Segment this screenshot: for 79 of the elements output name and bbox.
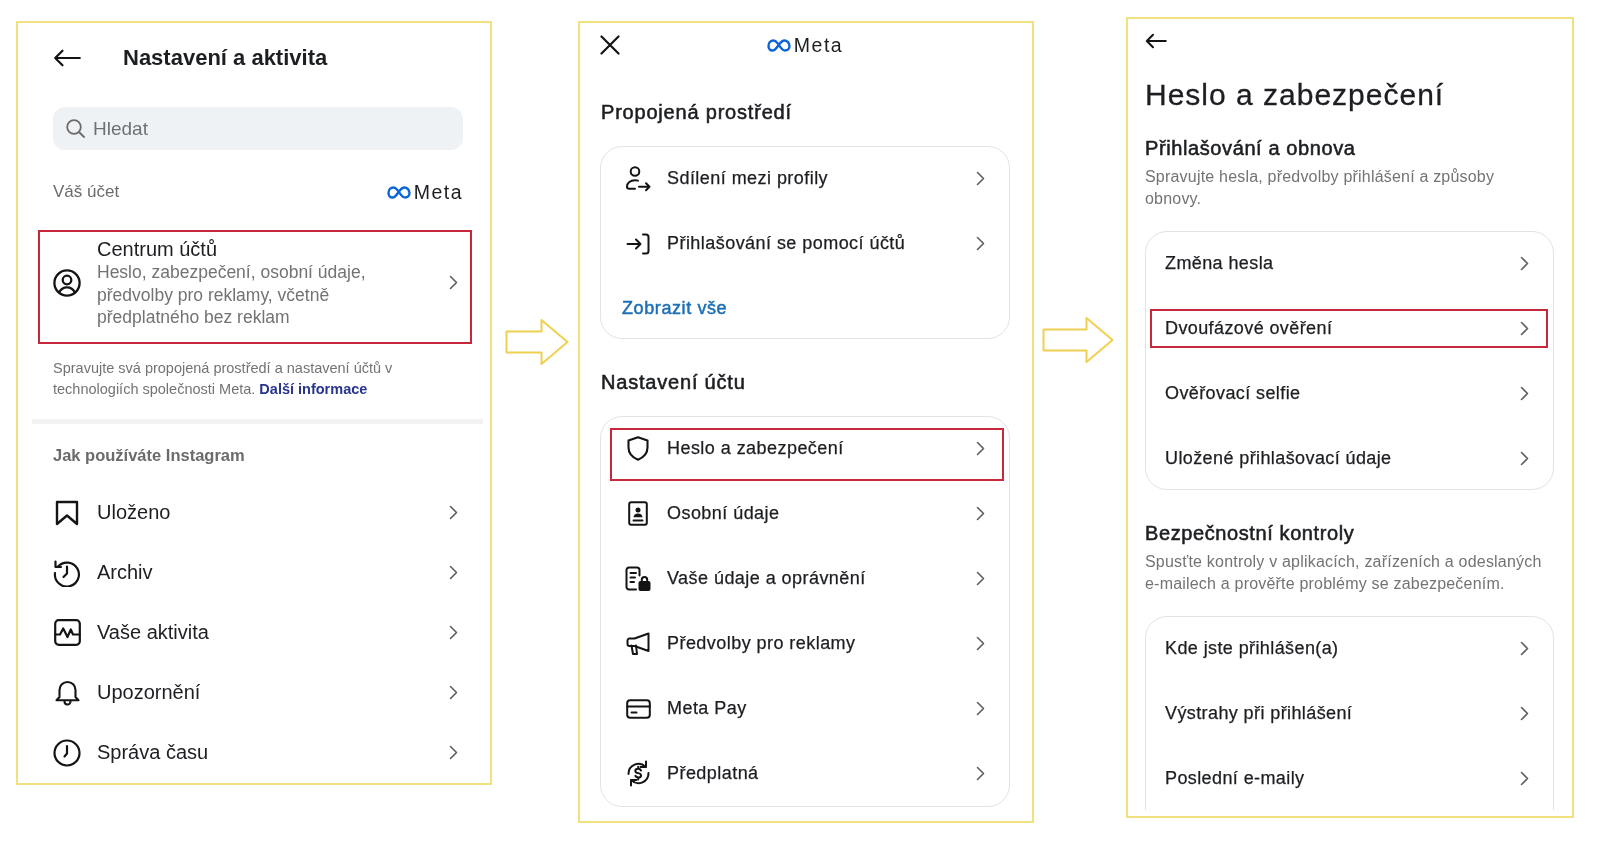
section-heading: Přihlašování a obnova xyxy=(1145,136,1357,161)
chevron-right-icon xyxy=(449,685,458,700)
sign-in-icon xyxy=(626,232,650,255)
menu-item[interactable]: Správa času xyxy=(51,722,465,783)
menu-item[interactable]: Vaše údaje a oprávnění xyxy=(610,558,1004,611)
chevron-right-icon xyxy=(1520,256,1529,271)
history-icon xyxy=(53,558,81,587)
chevron-right-icon xyxy=(976,636,985,651)
menu-item[interactable]: Předvolby pro reklamy xyxy=(610,623,1004,676)
chevron-right-icon xyxy=(976,571,985,586)
menu-item[interactable]: Centrum účtů Heslo, zabezpečení, osobní údaje, předvolby pro reklamy, včetně předplatného bez reklam xyxy=(38,230,472,344)
chevron-right-icon xyxy=(976,171,985,186)
menu-item[interactable]: Předplatná xyxy=(610,753,1004,806)
menu-item[interactable]: Kde jste přihlášen(a) xyxy=(1150,629,1548,668)
chevron-right-icon xyxy=(976,766,985,781)
chevron-right-icon xyxy=(1520,706,1529,721)
show-all-link[interactable]: Zobrazit vše xyxy=(622,296,728,320)
chevron-right-icon xyxy=(1520,386,1529,401)
bell-icon xyxy=(54,679,80,706)
user-circle-icon xyxy=(53,268,81,297)
menu-item[interactable]: Ověřovací selfie xyxy=(1150,374,1548,413)
chevron-right-icon xyxy=(449,505,458,520)
infinity-logo-icon xyxy=(766,38,791,52)
section-heading: Bezpečnostní kontroly xyxy=(1145,521,1356,546)
chevron-right-icon xyxy=(976,441,985,456)
screen-title: Heslo a zabezpečení xyxy=(1145,77,1446,113)
section-heading: Nastavení účtu xyxy=(600,370,747,395)
menu-item[interactable]: Přihlašování se pomocí účtů xyxy=(610,223,1004,276)
person-arrow-icon xyxy=(625,165,651,192)
infinity-logo-icon xyxy=(386,185,411,199)
back-arrow-icon[interactable] xyxy=(53,49,81,67)
shield-icon xyxy=(627,436,649,461)
bookmark-icon xyxy=(55,499,79,526)
chevron-right-icon xyxy=(449,745,458,760)
chevron-right-icon xyxy=(976,236,985,251)
menu-item[interactable]: Osobní údaje xyxy=(610,493,1004,546)
chevron-right-icon xyxy=(976,701,985,716)
menu-item[interactable]: Výstrahy při přihlášení xyxy=(1150,694,1548,733)
chevron-right-icon xyxy=(1520,451,1529,466)
more-info-link[interactable]: Další informace xyxy=(259,380,368,397)
chevron-right-icon xyxy=(976,506,985,521)
clock-icon xyxy=(53,738,81,767)
menu-item[interactable]: Dvoufázové ověření xyxy=(1150,309,1548,348)
credit-card-icon xyxy=(625,698,651,719)
document-lock-icon xyxy=(625,566,651,591)
menu-item[interactable]: Uloženo xyxy=(51,482,465,543)
brand-name: Meta xyxy=(413,180,463,204)
id-card-icon xyxy=(628,501,648,526)
menu-item[interactable]: Archiv xyxy=(51,542,465,603)
info-text: Spravujte svá propojená prostředí a nastavení účtů v technologiích společnosti Meta. Další informace xyxy=(53,358,394,399)
section-label: Váš účet xyxy=(53,182,120,202)
search-icon xyxy=(66,119,85,138)
section-heading: Jak používáte Instagram xyxy=(53,444,246,466)
menu-item[interactable]: Poslední e-maily xyxy=(1150,759,1548,798)
chevron-right-icon xyxy=(449,625,458,640)
search-field[interactable]: Hledat xyxy=(53,107,463,150)
menu-item[interactable]: Změna hesla xyxy=(1150,244,1548,283)
menu-item[interactable]: Uložené přihlašovací údaje xyxy=(1150,439,1548,478)
chevron-right-icon xyxy=(1520,321,1529,336)
megaphone-icon xyxy=(625,631,651,656)
chevron-right-icon xyxy=(1520,771,1529,786)
right-arrow-icon xyxy=(505,318,569,366)
menu-item[interactable]: Vaše aktivita xyxy=(51,602,465,663)
screen-title: Nastavení a aktivita xyxy=(123,45,328,71)
menu-item[interactable]: Upozornění xyxy=(51,662,465,723)
section-description: Spravujte hesla, předvolby přihlášení a způsoby obnovy. xyxy=(1145,167,1496,209)
brand-name: Meta xyxy=(793,33,844,57)
chevron-right-icon xyxy=(449,275,458,291)
section-description: Spusťte kontroly v aplikacích, zařízeních a odeslaných e-mailech a prověřte problémy se zabezpečením. xyxy=(1145,552,1543,594)
menu-item[interactable]: Heslo a zabezpečení xyxy=(610,428,1004,481)
right-arrow-icon xyxy=(1042,316,1114,364)
chevron-right-icon xyxy=(1520,641,1529,656)
menu-item[interactable]: Meta Pay xyxy=(610,688,1004,741)
menu-item[interactable]: Sdílení mezi profily xyxy=(610,158,1004,211)
section-heading: Propojená prostředí xyxy=(600,100,793,125)
chevron-right-icon xyxy=(449,565,458,580)
back-arrow-icon[interactable] xyxy=(1145,33,1167,49)
close-icon[interactable] xyxy=(600,35,620,55)
activity-icon xyxy=(53,619,81,646)
